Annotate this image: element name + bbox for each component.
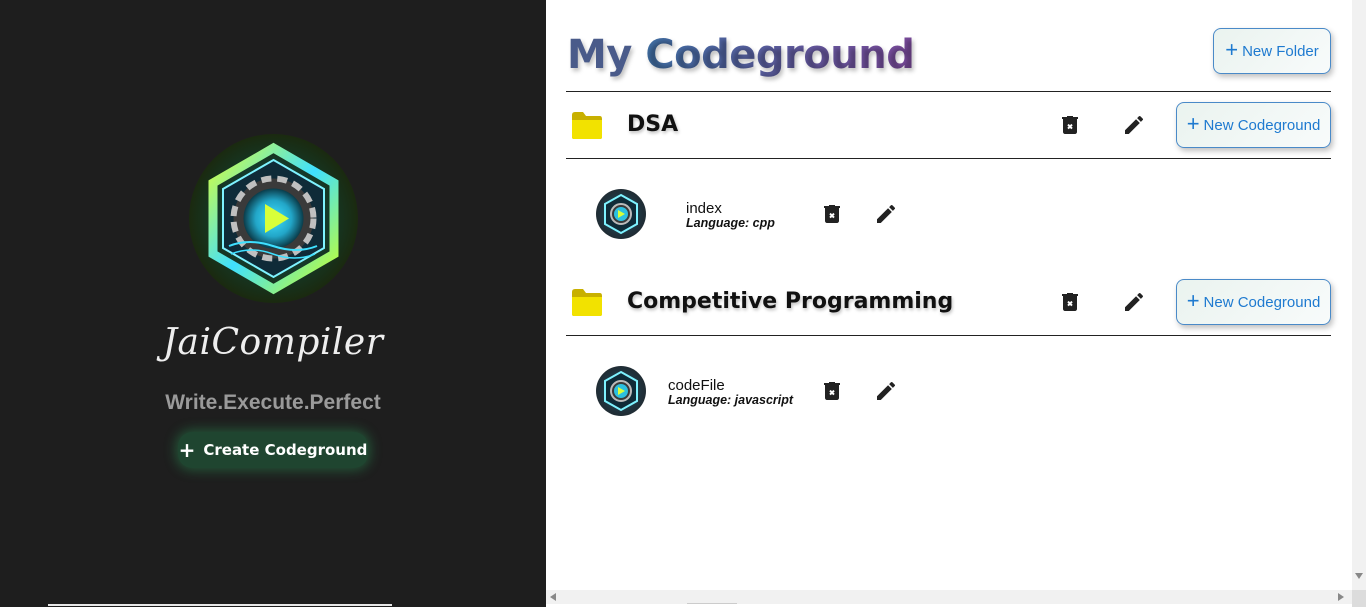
file-language: Language: cpp (686, 216, 775, 230)
edit-file-icon[interactable] (874, 379, 898, 403)
new-codeground-button[interactable]: + New Codeground (1176, 279, 1331, 325)
plus-icon: + (1225, 37, 1239, 62)
main-panel: My Codeground + New Folder DSA + New Cod… (546, 0, 1352, 590)
new-folder-button[interactable]: + New Folder (1213, 28, 1331, 74)
folder-icon[interactable] (570, 109, 604, 141)
create-codeground-button[interactable]: + Create Codeground (178, 432, 368, 468)
new-folder-label: New Folder (1242, 42, 1319, 60)
divider (566, 335, 1331, 336)
folder-name: DSA (627, 112, 679, 137)
edit-file-icon[interactable] (874, 202, 898, 226)
file-logo-icon (596, 189, 646, 239)
edit-folder-icon[interactable] (1122, 290, 1146, 314)
plus-icon: + (1186, 288, 1200, 313)
plus-icon: + (1186, 111, 1200, 136)
delete-folder-icon[interactable] (1058, 290, 1082, 314)
create-codeground-label: Create Codeground (203, 441, 368, 459)
plus-icon: + (178, 438, 196, 462)
file-logo-icon (596, 366, 646, 416)
horizontal-scrollbar[interactable] (546, 590, 1352, 604)
scroll-left-icon[interactable] (550, 593, 556, 601)
page-title-part2: Codeground (645, 32, 915, 78)
folder-icon[interactable] (570, 286, 604, 318)
new-codeground-label: New Codeground (1203, 293, 1321, 311)
delete-folder-icon[interactable] (1058, 113, 1082, 137)
vertical-scrollbar[interactable] (1352, 0, 1366, 590)
page-title: My Codeground (567, 32, 915, 78)
file-language: Language: javascript (668, 393, 794, 407)
divider (566, 91, 1331, 92)
brand-name: JaiCompiler (162, 322, 384, 363)
folder-name: Competitive Programming (627, 289, 954, 314)
scrollbar-corner (1352, 590, 1366, 607)
new-codeground-button[interactable]: + New Codeground (1176, 102, 1331, 148)
divider (566, 158, 1331, 159)
file-name: index (686, 200, 722, 217)
scroll-down-icon[interactable] (1355, 573, 1363, 579)
edit-folder-icon[interactable] (1122, 113, 1146, 137)
scrollbar-thumb[interactable] (687, 603, 737, 604)
tagline: Write.Execute.Perfect (165, 391, 381, 414)
page-title-part1: My (567, 32, 632, 78)
sidebar-panel: JaiCompiler Write.Execute.Perfect + Crea… (0, 0, 546, 607)
new-codeground-label: New Codeground (1203, 116, 1321, 134)
app-logo (189, 134, 358, 303)
delete-file-icon[interactable] (820, 202, 844, 226)
file-name: codeFile (668, 377, 725, 394)
delete-file-icon[interactable] (820, 379, 844, 403)
sidebar-divider (48, 604, 392, 606)
scroll-right-icon[interactable] (1338, 593, 1344, 601)
logo-hexagon-icon (208, 142, 339, 295)
